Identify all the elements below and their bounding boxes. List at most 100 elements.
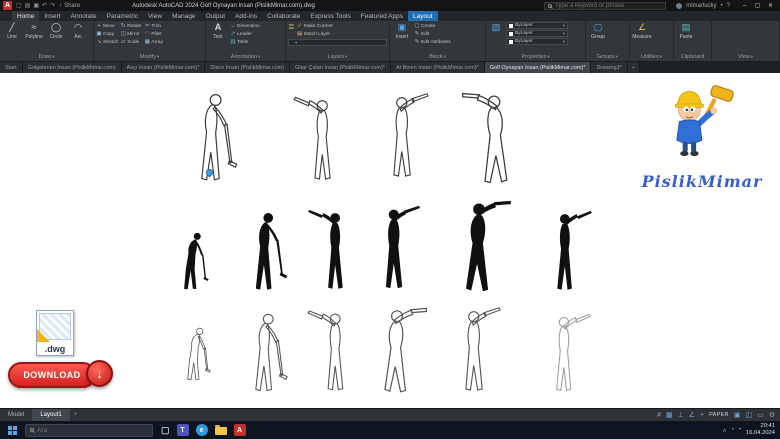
layer-properties-icon[interactable]: ≣ (288, 22, 295, 38)
paper-space-indicator[interactable]: PAPER (709, 412, 729, 418)
panel-label-block[interactable]: Block▾ (392, 53, 483, 61)
golfer-outline[interactable] (238, 311, 292, 397)
undo-icon[interactable]: ↶ (42, 2, 47, 9)
make-current-button[interactable]: ✓Make Current (297, 22, 333, 30)
osnap-toggle-icon[interactable]: + (700, 412, 704, 419)
polyline-button[interactable]: ≈ Polyline (24, 22, 44, 40)
autocad-taskbar-icon[interactable]: A (234, 424, 246, 436)
download-button[interactable]: DOWNLOAD (8, 362, 96, 388)
arc-button[interactable]: ◠ Arc (68, 22, 88, 40)
golfer-silhouette[interactable] (368, 203, 424, 297)
doc-tab[interactable]: Asçı Insan (PislikMimar.com)* (122, 62, 206, 73)
volume-icon[interactable]: • (739, 427, 741, 433)
panel-label-properties[interactable]: Properties▾ (488, 53, 583, 61)
taskbar-search-input[interactable] (37, 427, 148, 434)
doc-tab[interactable]: At Binen Insan (PislikMimar.com)* (391, 62, 485, 73)
edit-block-button[interactable]: ✎Edit (414, 30, 451, 38)
line-button[interactable]: ╱ Line (2, 22, 22, 40)
new-tab-button[interactable]: + (628, 62, 640, 73)
grid-toggle-icon[interactable]: # (657, 412, 661, 419)
doc-tab[interactable]: Golgelenen Insan (PislikMimar.com) (23, 62, 122, 73)
match-properties-button[interactable]: ▧ (488, 22, 504, 35)
color-dropdown[interactable]: ByLayer▾ (506, 22, 568, 29)
start-button[interactable] (3, 421, 21, 439)
ribbon-tab-output[interactable]: Output (201, 11, 231, 21)
stretch-button[interactable]: ↘Stretch (96, 38, 118, 46)
golfer-silhouette[interactable] (238, 209, 292, 297)
tray-chevron-icon[interactable]: ∧ (722, 427, 726, 434)
search-input[interactable] (555, 3, 662, 9)
golfer-line-drawing[interactable] (292, 89, 348, 193)
taskbar-clock[interactable]: 20:41 16.04.2024 (746, 423, 775, 436)
circle-button[interactable]: ◯ Circle (46, 22, 66, 40)
ribbon-tab-home[interactable]: Home (12, 11, 39, 21)
panel-label-utilities[interactable]: Utilities▾ (632, 53, 671, 61)
redo-icon[interactable]: ↷ (50, 2, 55, 9)
golfer-line-drawing[interactable] (376, 85, 432, 191)
network-icon[interactable]: • (732, 427, 734, 433)
rotate-button[interactable]: ↻Rotate (120, 22, 142, 30)
model-tab[interactable]: Model (0, 409, 32, 421)
array-button[interactable]: ▦Array (144, 38, 166, 46)
ribbon-tab-annotate[interactable]: Annotate (66, 11, 102, 21)
open-icon[interactable]: ▤ (25, 2, 31, 9)
golfer-silhouette[interactable] (540, 207, 594, 299)
trim-button[interactable]: ✂Trim (144, 22, 166, 30)
panel-label-draw[interactable]: Draw▾ (2, 53, 91, 61)
panel-label-annotation[interactable]: Annotation▾ (208, 53, 283, 61)
table-button[interactable]: ▥Table (230, 38, 260, 46)
ribbon-tab-express-tools[interactable]: Express Tools (305, 11, 355, 21)
annotation-scale-icon[interactable]: ◫ (745, 411, 752, 419)
golfer-outline[interactable] (366, 303, 428, 399)
paper-toggle-icon[interactable]: ▣ (734, 411, 741, 419)
ribbon-tab-manage[interactable]: Manage (167, 11, 201, 21)
text-button[interactable]: A Text (208, 22, 228, 40)
teams-icon[interactable]: T (177, 424, 189, 436)
golfer-silhouette[interactable] (446, 195, 512, 299)
ribbon-tab-insert[interactable]: Insert (39, 11, 65, 21)
username[interactable]: mimarlucky (686, 3, 716, 9)
close-button[interactable]: ✕ (764, 0, 777, 11)
doc-tab[interactable]: Drawing1* (591, 62, 627, 73)
new-icon[interactable]: ▢ (16, 2, 22, 9)
golfer-outline[interactable] (540, 311, 592, 399)
panel-label-clipboard[interactable]: Clipboard (676, 53, 709, 61)
golfer-outline[interactable] (170, 321, 220, 385)
maximize-button[interactable]: ▢ (751, 0, 764, 11)
ribbon-tab-collaborate[interactable]: Collaborate (262, 11, 305, 21)
doc-tab[interactable]: Gitar Çalan Insan (PislikMimar.com)* (290, 62, 391, 73)
golfer-outline[interactable] (306, 309, 360, 397)
polar-toggle-icon[interactable]: ∠ (689, 411, 695, 419)
panel-label-modify[interactable]: Modify▾ (96, 53, 203, 61)
panel-label-groups[interactable]: Groups▾ (588, 53, 627, 61)
ribbon-tab-layout[interactable]: Layout (408, 11, 438, 21)
ribbon-tab-addins[interactable]: Add-ins (230, 11, 262, 21)
mirror-button[interactable]: ◫Mirror (120, 30, 142, 38)
new-layout-button[interactable]: + (70, 409, 82, 421)
scale-button[interactable]: ▱Scale (120, 38, 142, 46)
panel-label-view[interactable]: View▾ (714, 53, 777, 61)
golfer-line-drawing[interactable] (462, 81, 526, 197)
minimize-button[interactable]: – (738, 0, 751, 11)
panel-label-layers[interactable]: Layers▾ (288, 53, 387, 61)
golfer-outline[interactable] (448, 305, 504, 399)
measure-button[interactable]: ∠ Measure (632, 22, 652, 40)
create-block-button[interactable]: ▢Create (414, 22, 451, 30)
copy-button[interactable]: ▣Copy (96, 30, 118, 38)
ribbon-tab-parametric[interactable]: Parametric (102, 11, 143, 21)
download-arrow-icon[interactable]: ↓ (86, 360, 113, 387)
doc-tab[interactable]: Disco Insan (PislikMimar.com) (205, 62, 290, 73)
group-button[interactable]: ▢ Group (588, 22, 608, 40)
edit-attributes-button[interactable]: ✎Edit Attributes (414, 38, 451, 46)
edge-browser-icon[interactable]: e (196, 424, 208, 436)
match-layer-button[interactable]: ▤Match Layer (297, 30, 333, 38)
dimension-button[interactable]: ↔Dimension (230, 22, 260, 30)
help-icon[interactable]: ? (727, 3, 730, 9)
ortho-toggle-icon[interactable]: ⊥ (678, 411, 684, 419)
taskbar-search-box[interactable] (25, 424, 153, 437)
ribbon-tab-featured-apps[interactable]: Featured Apps (356, 11, 408, 21)
fillet-button[interactable]: ◠Fillet (144, 30, 166, 38)
insert-button[interactable]: ▣ Insert (392, 22, 412, 40)
share-button[interactable]: ↑ Share (59, 3, 80, 9)
linetype-dropdown[interactable]: ByLayer▾ (506, 38, 568, 45)
